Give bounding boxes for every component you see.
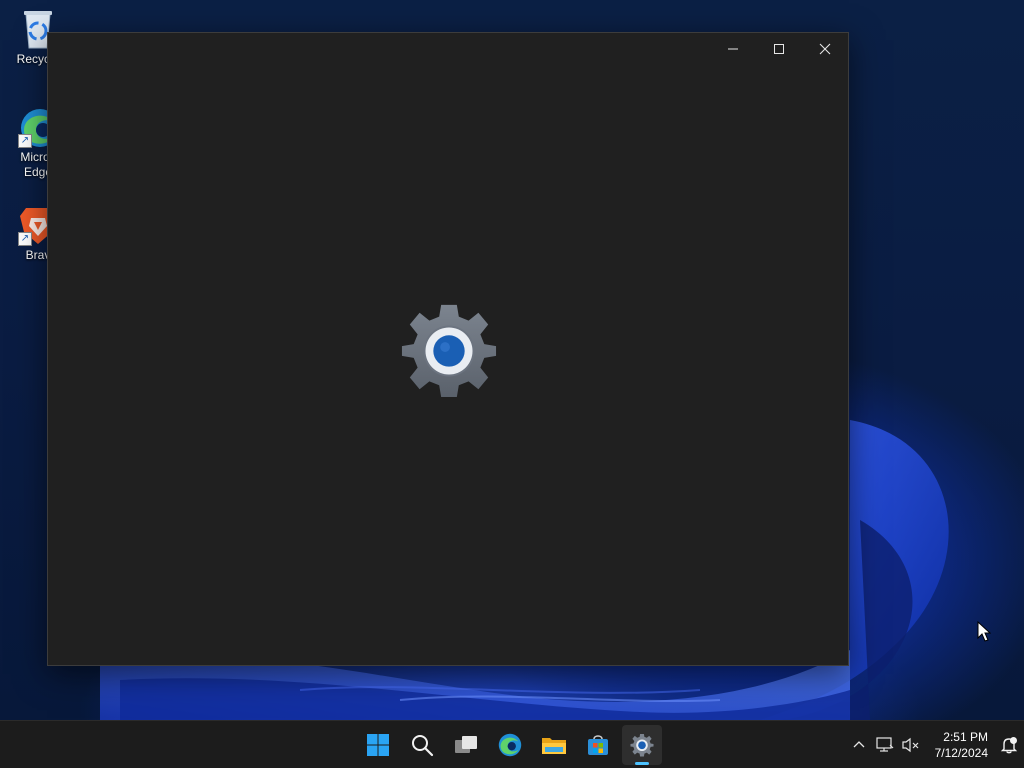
minimize-button[interactable] bbox=[710, 33, 756, 65]
volume-muted-icon bbox=[902, 737, 919, 753]
tray-volume-button[interactable] bbox=[898, 725, 924, 765]
mouse-cursor-icon bbox=[977, 621, 991, 642]
notification-bell-icon bbox=[1000, 737, 1018, 754]
settings-gear-icon bbox=[630, 733, 654, 757]
active-app-indicator bbox=[635, 762, 649, 765]
tray-overflow-button[interactable] bbox=[846, 725, 872, 765]
windows-logo-icon bbox=[367, 734, 389, 756]
store-icon bbox=[588, 735, 608, 755]
notification-center-button[interactable] bbox=[994, 725, 1024, 765]
taskbar-edge-button[interactable] bbox=[490, 725, 530, 765]
taskbar-task-view-button[interactable] bbox=[446, 725, 486, 765]
folder-icon bbox=[542, 738, 566, 754]
maximize-button[interactable] bbox=[756, 33, 802, 65]
network-icon bbox=[876, 737, 894, 752]
taskbar-file-explorer-button[interactable] bbox=[534, 725, 574, 765]
close-icon bbox=[819, 43, 831, 55]
taskbar-start-button[interactable] bbox=[358, 725, 398, 765]
tray-network-button[interactable] bbox=[872, 725, 898, 765]
taskbar-search-button[interactable] bbox=[402, 725, 442, 765]
window-caption-buttons bbox=[710, 33, 848, 65]
system-tray: 2:51 PM 7/12/2024 bbox=[846, 721, 1024, 768]
task-view-icon bbox=[455, 736, 477, 753]
shortcut-arrow-icon: ↗ bbox=[18, 232, 32, 246]
edge-icon bbox=[498, 733, 522, 757]
taskbar-clock[interactable]: 2:51 PM 7/12/2024 bbox=[924, 729, 994, 761]
taskbar-store-button[interactable] bbox=[578, 725, 618, 765]
taskbar: 2:51 PM 7/12/2024 bbox=[0, 720, 1024, 768]
clock-date: 7/12/2024 bbox=[934, 746, 988, 760]
search-icon bbox=[412, 735, 434, 757]
shortcut-arrow-icon: ↗ bbox=[18, 134, 32, 148]
taskbar-apps bbox=[358, 721, 662, 768]
close-button[interactable] bbox=[802, 33, 848, 65]
maximize-icon bbox=[774, 44, 784, 54]
chevron-up-icon bbox=[853, 741, 865, 748]
settings-window[interactable] bbox=[47, 32, 849, 666]
settings-gear-icon bbox=[401, 304, 497, 398]
clock-time: 2:51 PM bbox=[943, 730, 988, 744]
taskbar-settings-button[interactable] bbox=[622, 725, 662, 765]
minimize-icon bbox=[728, 48, 738, 50]
